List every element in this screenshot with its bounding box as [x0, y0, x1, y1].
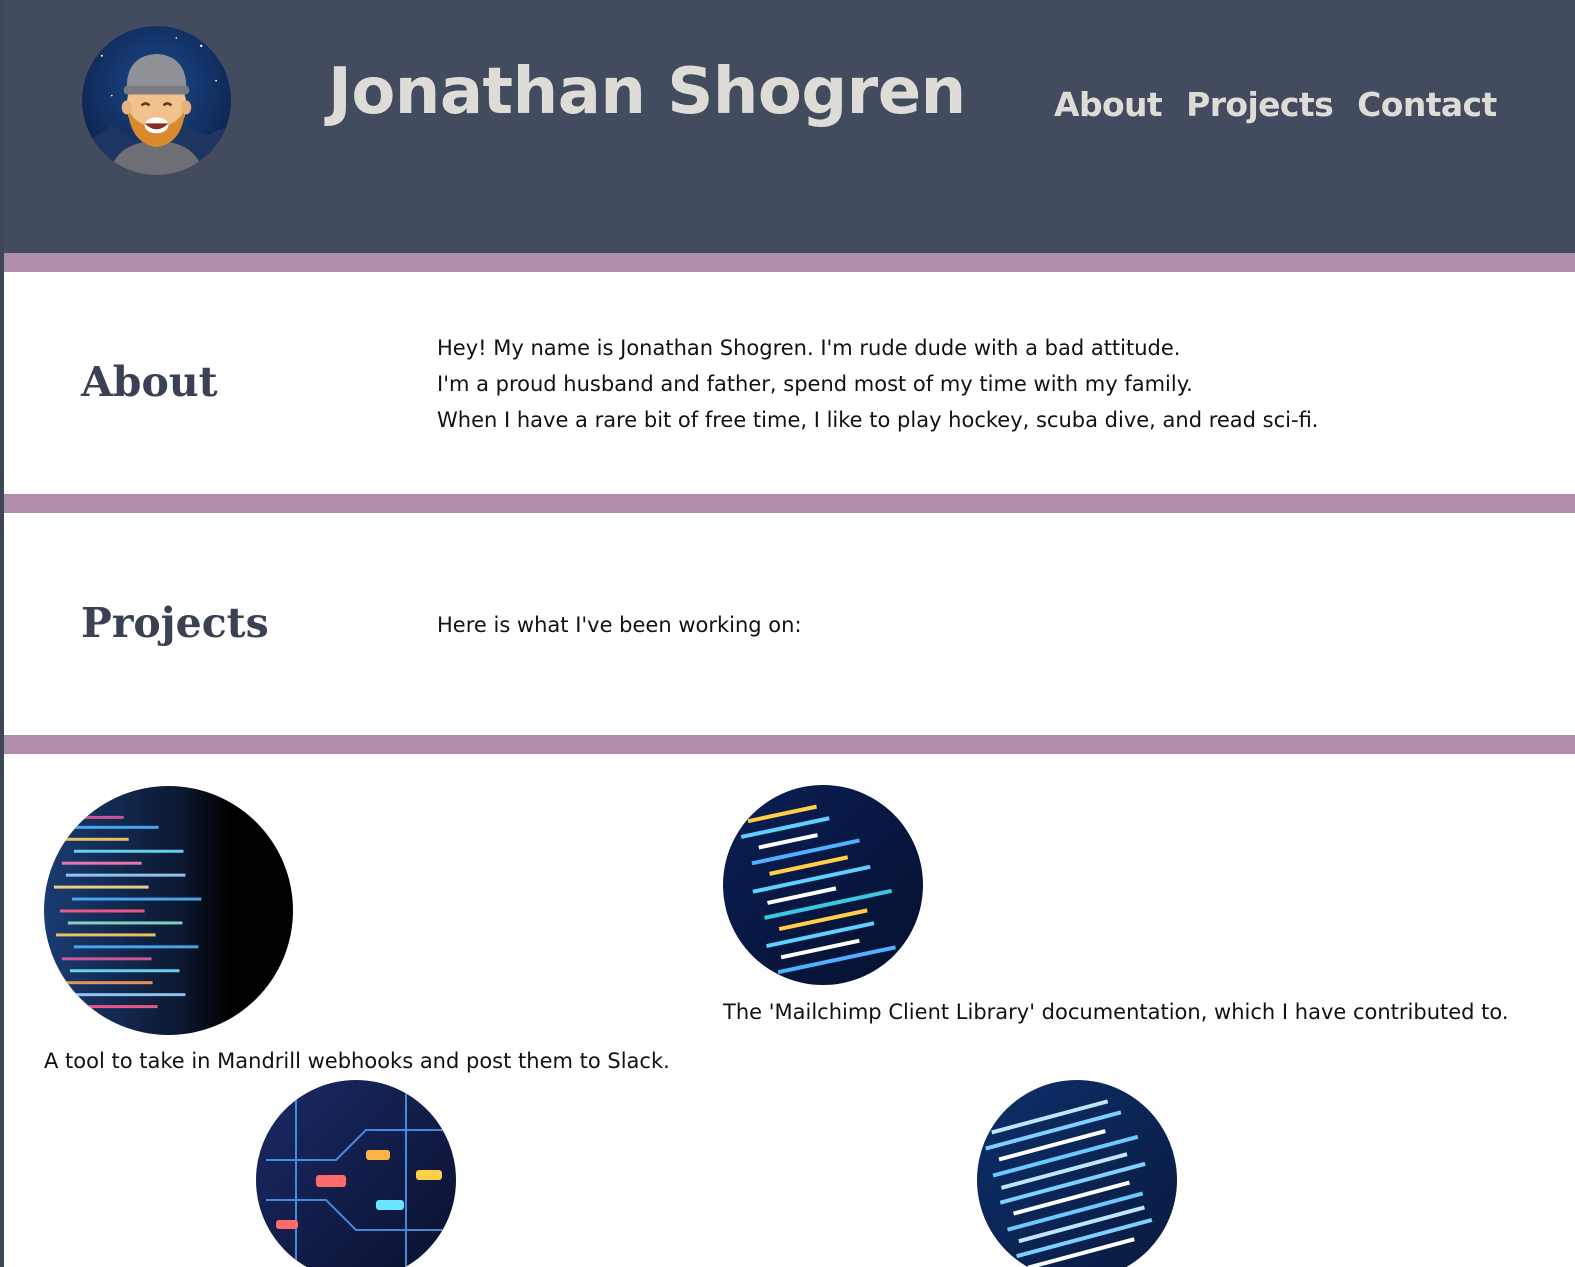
project-image-3[interactable]	[256, 1080, 456, 1267]
about-line: When I have a rare bit of free time, I l…	[437, 408, 1319, 432]
project-caption-2: The 'Mailchimp Client Library' documenta…	[723, 1000, 1509, 1024]
avatar[interactable]	[82, 26, 231, 175]
code-screen-image	[723, 785, 923, 985]
section-divider	[0, 253, 1575, 272]
section-divider	[0, 494, 1575, 513]
avatar-illustration-icon	[82, 26, 231, 175]
nav-link-about[interactable]: About	[1054, 88, 1163, 121]
circuit-diagram-image	[256, 1080, 456, 1267]
window-left-edge	[0, 0, 4, 1267]
code-screen-image	[977, 1080, 1177, 1267]
project-caption-1: A tool to take in Mandrill webhooks and …	[44, 1049, 670, 1073]
project-image-1[interactable]	[44, 786, 293, 1035]
projects-intro-text: Here is what I've been working on:	[437, 613, 802, 637]
project-image-4[interactable]	[977, 1080, 1177, 1267]
section-divider	[0, 735, 1575, 754]
nav-link-projects[interactable]: Projects	[1186, 88, 1334, 121]
site-header: Jonathan Shogren About Projects Contact	[0, 0, 1575, 253]
about-line: Hey! My name is Jonathan Shogren. I'm ru…	[437, 336, 1181, 360]
nav-link-contact[interactable]: Contact	[1357, 88, 1497, 121]
about-line: I'm a proud husband and father, spend mo…	[437, 372, 1193, 396]
code-screen-image	[44, 786, 293, 1035]
project-image-2[interactable]	[723, 785, 923, 985]
about-heading: About	[81, 358, 218, 406]
main-nav: About Projects Contact	[1054, 88, 1497, 121]
site-title: Jonathan Shogren	[328, 55, 966, 129]
projects-intro: Here is what I've been working on:	[437, 607, 802, 643]
page: Jonathan Shogren About Projects Contact …	[0, 0, 1575, 1267]
about-text: Hey! My name is Jonathan Shogren. I'm ru…	[437, 330, 1318, 438]
projects-heading: Projects	[81, 599, 269, 647]
